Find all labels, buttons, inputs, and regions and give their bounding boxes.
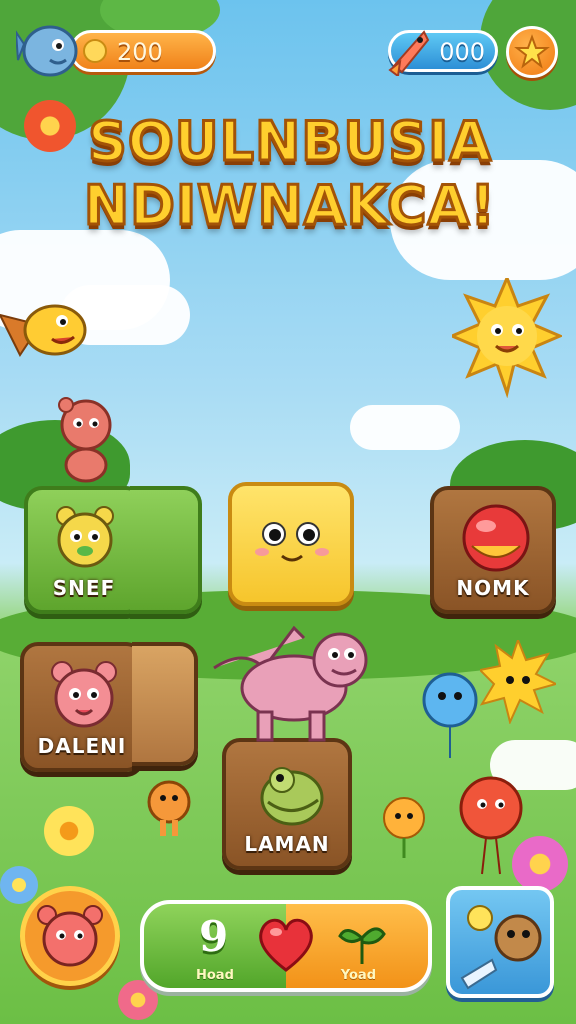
fish-character-icon [460, 905, 542, 990]
stats-bar: 9 Hoad Yoad [140, 900, 432, 992]
sun-flower-character [480, 640, 556, 724]
left-caption: Hoad [196, 968, 234, 983]
cloud [350, 405, 460, 450]
bear-face-icon [56, 506, 114, 568]
level-count: 9 [199, 912, 229, 961]
star-icon [514, 34, 550, 69]
tile-label: DALENI [37, 734, 127, 758]
game-scene: 200 000 SOULNBUSIA NDIWNAKCA! SNEF NOMK … [0, 0, 576, 1024]
green-sprout-icon[interactable] [336, 916, 388, 968]
coin-icon [83, 39, 107, 63]
game-title: SOULNBUSIA NDIWNAKCA! [40, 109, 540, 239]
coin-value: 200 [117, 38, 163, 66]
player-avatar-button[interactable] [20, 886, 120, 986]
pink-bear-face-icon [51, 661, 117, 728]
level-tile-daleni[interactable]: DALENI [20, 642, 144, 772]
yellow-flower-character [383, 797, 425, 858]
title-line-2: NDIWNAKCA! [82, 173, 497, 239]
yellow-flower-icon [44, 806, 94, 856]
smiling-block-icon [255, 522, 329, 562]
monkey-character [58, 397, 112, 483]
fish-avatar-icon[interactable] [16, 20, 80, 82]
gem-value: 000 [439, 38, 485, 66]
blue-balloon-character [422, 672, 478, 758]
right-caption: Yoad [340, 968, 376, 983]
favorite-button[interactable] [506, 26, 558, 78]
pink-bear-avatar-icon [37, 905, 103, 967]
level-tile-laman[interactable]: LAMAN [222, 738, 352, 870]
level-tile-nomk[interactable]: NOMK [430, 486, 556, 614]
pink-dino-character [213, 625, 368, 742]
tile-label: SNEF [52, 576, 116, 600]
title-line-1: SOULNBUSIA [86, 109, 493, 175]
sun-character [452, 278, 562, 398]
green-creature-icon [260, 767, 324, 826]
coin-counter: 200 [70, 30, 216, 72]
level-tile-extension [132, 642, 198, 766]
pink-flower-icon [512, 836, 568, 892]
fish-gem-icon [388, 30, 430, 76]
tile-label: NOMK [456, 576, 530, 600]
flying-dog-character [0, 304, 87, 357]
small-orange-character [147, 780, 191, 836]
tile-label: LAMAN [244, 832, 330, 856]
level-tile-snef[interactable]: SNEF [24, 486, 144, 614]
level-tile-smile[interactable] [228, 482, 354, 606]
level-tile-extension [130, 486, 202, 614]
map-card-button[interactable] [446, 886, 554, 998]
blue-flower-icon [0, 866, 38, 904]
red-ball-icon [462, 504, 530, 572]
heart-icon[interactable] [254, 914, 318, 974]
